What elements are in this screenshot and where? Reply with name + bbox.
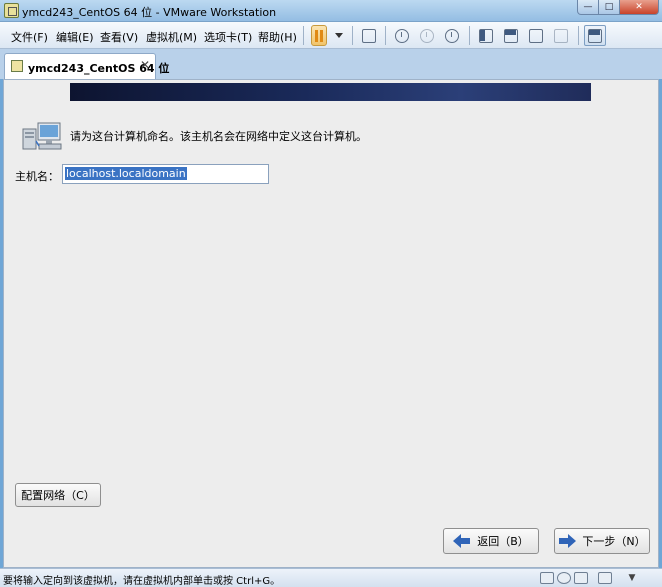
cd-rom-icon[interactable] (557, 572, 571, 584)
snapshot-manager-button[interactable] (441, 25, 463, 46)
pause-button[interactable] (311, 25, 327, 46)
unity-button[interactable] (550, 25, 572, 46)
arrow-left-icon (453, 534, 471, 548)
back-button[interactable]: 返回（B） (443, 528, 539, 554)
menu-edit[interactable]: 编辑(E) (56, 29, 94, 45)
toolbar-separator (352, 26, 353, 45)
computer-network-icon (22, 122, 62, 150)
next-label: 下一步（N） (582, 535, 646, 548)
configure-network-button[interactable]: 配置网络（C） (15, 483, 101, 507)
revert-snapshot-icon (420, 28, 434, 43)
menu-toolbar: 文件(F) 编辑(E) 查看(V) 虚拟机(M) 选项卡(T) 帮助(H) (0, 22, 662, 49)
vm-console[interactable]: 请为这台计算机命名。该主机名会在网络中定义这台计算机。 主机名： localho… (3, 79, 659, 568)
hostname-input[interactable]: localhost.localdomain (62, 164, 269, 184)
chevron-down-icon (335, 33, 343, 38)
snapshot-icon (395, 28, 409, 43)
status-bar: 要将输入定向到该虚拟机，请在虚拟机内部单击或按 Ctrl+G。 ▼ (0, 568, 662, 587)
menu-help[interactable]: 帮助(H) (258, 29, 297, 45)
pause-icon (315, 29, 318, 42)
message-icon[interactable] (598, 572, 612, 584)
hostname-description: 请为这台计算机命名。该主机名会在网络中定义这台计算机。 (70, 130, 367, 143)
minimize-button[interactable]: — (577, 0, 599, 15)
send-ctrl-alt-del-button[interactable] (358, 25, 380, 46)
expand-status-icon[interactable]: ▼ (625, 572, 639, 584)
full-screen-button[interactable] (525, 25, 547, 46)
window-title: ymcd243_CentOS 64 位 - VMware Workstation (22, 6, 277, 19)
installer-banner (70, 83, 591, 101)
back-label: 返回（B） (477, 535, 529, 548)
revert-snapshot-button[interactable] (416, 25, 438, 46)
network-icon (362, 28, 376, 43)
console-view-icon (588, 28, 602, 43)
close-button[interactable]: ✕ (619, 0, 659, 15)
tab-strip: ymcd243_CentOS 64 位 ✕ (0, 49, 662, 79)
title-bar: ymcd243_CentOS 64 位 - VMware Workstation… (0, 0, 662, 22)
toolbar-separator (385, 26, 386, 45)
status-hint: 要将输入定向到该虚拟机，请在虚拟机内部单击或按 Ctrl+G。 (3, 576, 281, 587)
show-thumbnail-bar-button[interactable] (500, 25, 522, 46)
maximize-button[interactable]: □ (598, 0, 620, 15)
toolbar-separator (578, 26, 579, 45)
menu-file[interactable]: 文件(F) (11, 29, 48, 45)
next-button[interactable]: 下一步（N） (554, 528, 650, 554)
show-library-button[interactable] (475, 25, 497, 46)
snapshot-manager-icon (445, 28, 459, 43)
unity-icon (554, 28, 568, 43)
menu-vm[interactable]: 虚拟机(M) (146, 29, 197, 45)
library-icon (479, 28, 493, 43)
take-snapshot-button[interactable] (391, 25, 413, 46)
arrow-right-icon (559, 534, 577, 548)
thumbnail-bar-icon (504, 28, 518, 43)
tab-vm[interactable]: ymcd243_CentOS 64 位 ✕ (4, 53, 169, 79)
tab-close-icon[interactable]: ✕ (140, 58, 150, 72)
toolbar-separator (469, 26, 470, 45)
vm-icon (11, 60, 23, 72)
configure-network-label: 配置网络（C） (21, 489, 95, 502)
hard-disk-icon[interactable] (540, 572, 554, 584)
menu-view[interactable]: 查看(V) (100, 29, 138, 45)
menu-tabs[interactable]: 选项卡(T) (204, 29, 252, 45)
toolbar-separator (303, 26, 304, 45)
fullscreen-icon (529, 28, 543, 43)
power-dropdown-button[interactable] (328, 25, 350, 46)
hostname-label: 主机名： (15, 170, 59, 183)
console-view-button[interactable] (584, 25, 606, 46)
network-adapter-icon[interactable] (574, 572, 588, 584)
vmware-app-icon (4, 3, 19, 18)
hostname-value: localhost.localdomain (65, 167, 187, 180)
